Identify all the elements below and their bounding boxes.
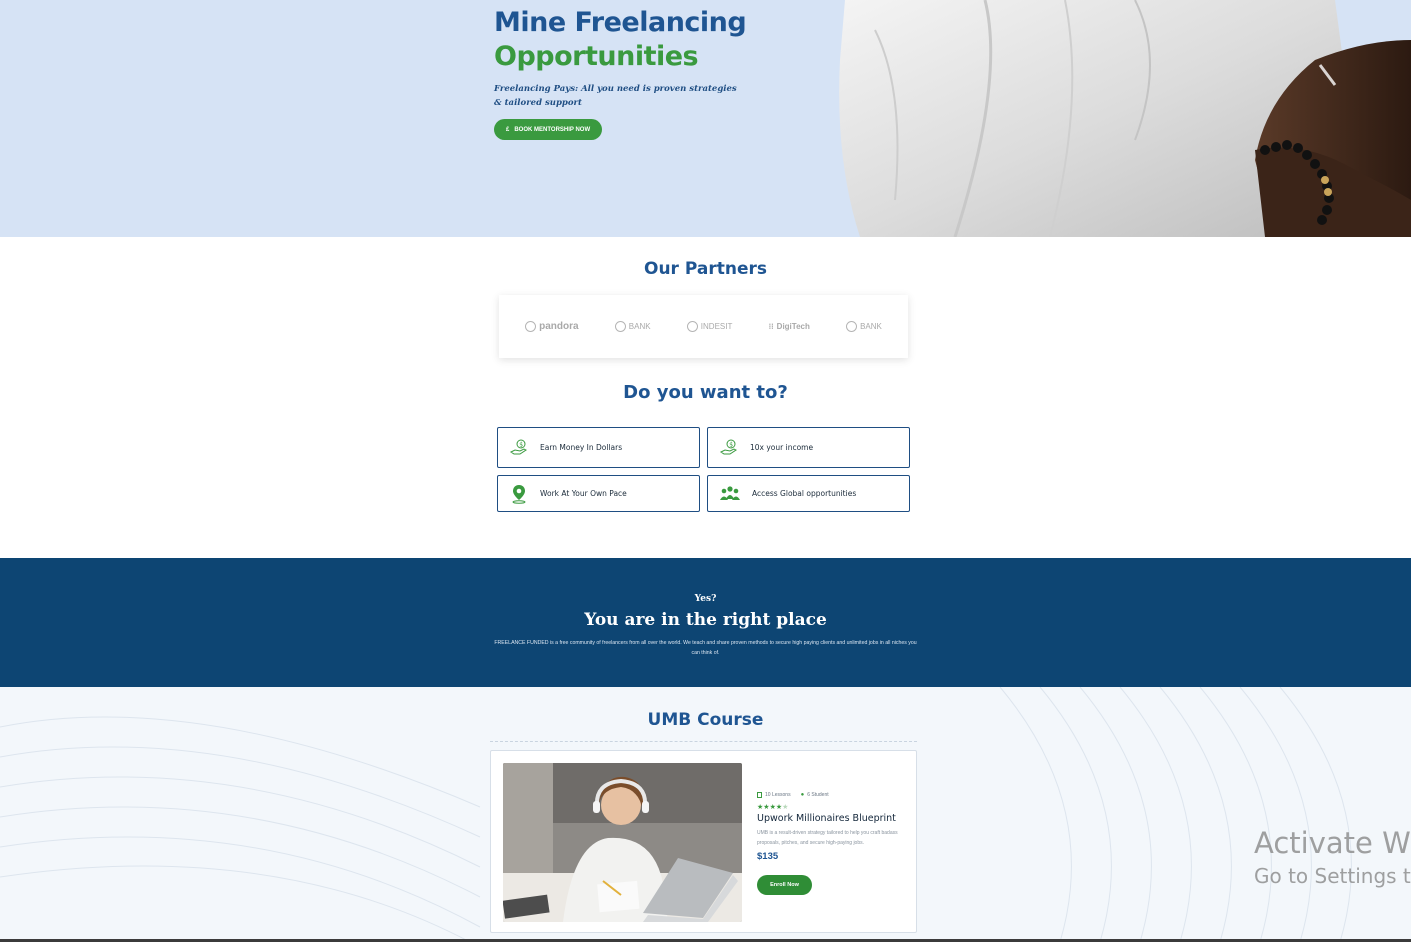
hero-copy: Mine Freelancing Opportunities Freelanci… [494, 6, 794, 140]
page: Mine Freelancing Opportunities Freelanci… [0, 0, 1411, 942]
want-card-earn-dollars[interactable]: $ Earn Money In Dollars [497, 427, 700, 468]
indesit-logo-icon [686, 321, 698, 332]
partner-logo-text: DigiTech [776, 322, 810, 331]
right-place-band: Yes? You are in the right place FREELANC… [0, 558, 1411, 687]
course-meta: 10 Lessons ● 6 Student [757, 792, 829, 798]
money-hand-icon: $ [720, 439, 737, 454]
star-icon: ★ [782, 804, 789, 811]
want-card-label: Earn Money In Dollars [540, 443, 623, 452]
windows-activation-watermark: Activate Win Go to Settings to [1254, 826, 1411, 892]
book-icon [757, 792, 762, 798]
want-card-label: 10x your income [750, 443, 814, 452]
want-card-own-pace[interactable]: Work At Your Own Pace [497, 475, 700, 512]
partner-logo-text: BANK [860, 322, 882, 331]
book-mentorship-label: BOOK MENTORSHIP NOW [514, 126, 591, 133]
course-rating: ★★★★★ [757, 803, 788, 811]
partner-logo-bank: BANK [614, 321, 651, 332]
want-title: Do you want to? [623, 382, 788, 403]
user-icon: ● [800, 792, 805, 798]
partners-logos: pandora BANK INDESIT ⁝⁝ DigiTech BANK [499, 295, 908, 358]
hero-photo [835, 0, 1411, 237]
want-card-10x-income[interactable]: $ 10x your income [707, 427, 910, 468]
band-text: FREELANCE FUNDED is a free community of … [494, 640, 917, 656]
watermark-line1: Activate Win [1254, 826, 1411, 860]
partner-logo-text: pandora [539, 321, 579, 332]
course-name[interactable]: Upwork Millionaires Blueprint [757, 813, 896, 824]
bank-logo-icon [614, 321, 626, 332]
divider [490, 741, 917, 742]
course-thumbnail[interactable] [503, 763, 742, 922]
svg-text:$: $ [729, 441, 733, 448]
course-description: UMB is a result-driven strategy tailored… [757, 830, 898, 846]
partners-title: Our Partners [644, 259, 767, 279]
digitech-logo-icon: ⁝⁝ [768, 322, 774, 331]
money-hand-icon: $ [510, 439, 527, 454]
band-title: You are in the right place [584, 610, 827, 630]
hero-title-line2: Opportunities [494, 41, 699, 72]
partner-logo-indesit: INDESIT [686, 321, 733, 332]
partner-logo-digitech: ⁝⁝ DigiTech [769, 322, 810, 331]
svg-text:$: $ [519, 441, 523, 448]
book-mentorship-button[interactable]: £ BOOK MENTORSHIP NOW [494, 119, 603, 140]
partner-logo-bank-2: BANK [846, 321, 882, 332]
partner-logo-pandora: pandora [525, 321, 579, 332]
bank-logo-icon [846, 321, 858, 332]
students-count: ● 6 Student [801, 792, 829, 798]
hero-title-line1: Mine Freelancing [494, 7, 747, 38]
pound-icon: £ [506, 126, 510, 133]
want-card-label: Work At Your Own Pace [540, 489, 627, 498]
pandora-logo-icon [525, 321, 537, 332]
course-card: 10 Lessons ● 6 Student ★★★★★ Upwork Mill… [490, 750, 917, 933]
students-label: 6 Student [807, 792, 829, 798]
course-section-title: UMB Course [647, 710, 764, 730]
want-card-global-opportunities[interactable]: Access Global opportunities [707, 475, 910, 512]
partner-logo-text: INDESIT [700, 322, 733, 331]
lessons-count: 10 Lessons [757, 792, 791, 798]
band-kicker: Yes? [694, 594, 717, 604]
want-card-label: Access Global opportunities [752, 489, 857, 498]
hero-section: Mine Freelancing Opportunities Freelanci… [0, 0, 1411, 237]
watermark-line2: Go to Settings to [1254, 864, 1411, 888]
location-pin-icon [512, 484, 526, 504]
partner-logo-text: BANK [628, 322, 651, 331]
hero-subtitle: Freelancing Pays: All you need is proven… [494, 84, 737, 108]
people-group-icon [720, 485, 740, 500]
enroll-now-button[interactable]: Enroll Now [757, 875, 812, 895]
course-price: $135 [757, 851, 779, 862]
lessons-label: 10 Lessons [765, 792, 791, 798]
